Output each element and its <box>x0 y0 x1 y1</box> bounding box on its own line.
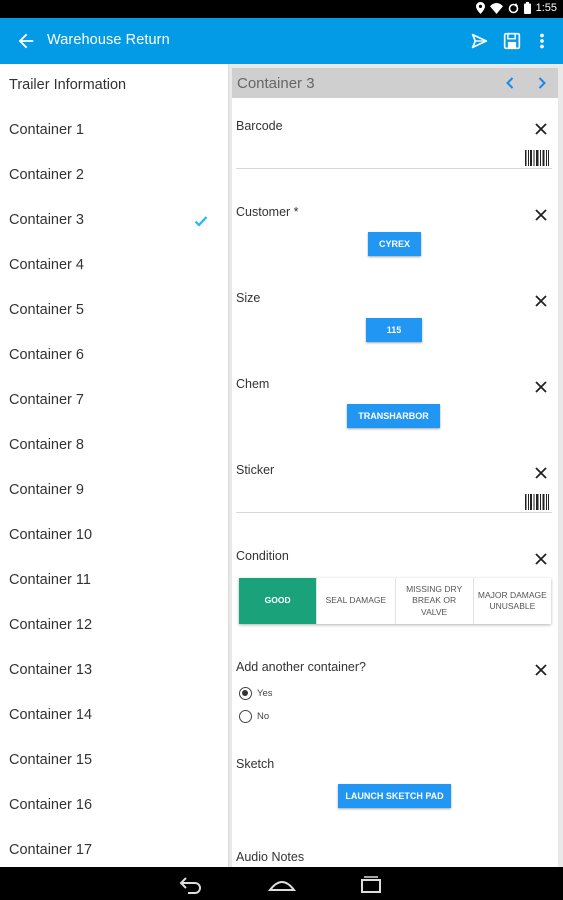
radio-yes-label: Yes <box>257 688 273 699</box>
add-another-label: Add another container? <box>236 660 366 674</box>
status-icons: 1:55 <box>475 2 557 14</box>
sidebar-item-label: Container 14 <box>9 707 93 723</box>
sidebar-item-label: Container 9 <box>9 482 84 498</box>
panel-title: Container 3 <box>237 75 315 92</box>
check-icon <box>194 216 208 227</box>
sidebar-item-label: Container 7 <box>9 392 84 408</box>
sync-icon <box>508 2 518 13</box>
clear-add-another-icon[interactable] <box>534 663 548 677</box>
chevron-right-icon[interactable] <box>534 75 550 91</box>
barcode-label: Barcode <box>236 119 283 133</box>
chevron-left-icon[interactable] <box>502 75 518 91</box>
status-time: 1:55 <box>535 2 557 14</box>
sidebar-item-container-9[interactable]: Container 9 <box>0 469 229 514</box>
sidebar-item-label: Container 5 <box>9 302 84 318</box>
barcode-field[interactable] <box>236 168 552 169</box>
size-value-button[interactable]: 115 <box>366 318 422 342</box>
sidebar-item-container-17[interactable]: Container 17 <box>0 829 229 867</box>
radio-no-label: No <box>257 711 270 722</box>
sidebar-item-label: Container 3 <box>9 212 84 228</box>
clear-customer-icon[interactable] <box>534 208 548 222</box>
sidebar: Trailer Information Container 1 Containe… <box>0 64 229 867</box>
sidebar-item-label: Container 2 <box>9 167 84 183</box>
back-icon[interactable] <box>178 874 204 894</box>
sidebar-item-trailer-information[interactable]: Trailer Information <box>0 64 229 109</box>
recents-icon[interactable] <box>359 874 383 894</box>
audio-notes-label: Audio Notes <box>236 850 305 864</box>
condition-option-major-damage[interactable]: MAJOR DAMAGE UNUSABLE <box>474 578 551 624</box>
sidebar-item-container-12[interactable]: Container 12 <box>0 604 229 649</box>
clear-chem-icon[interactable] <box>534 380 548 394</box>
battery-icon <box>523 2 531 14</box>
radio-no[interactable] <box>239 710 252 723</box>
sidebar-item-label: Container 11 <box>9 572 91 588</box>
back-arrow-icon[interactable] <box>15 30 37 52</box>
sidebar-item-label: Container 13 <box>9 662 93 678</box>
send-icon[interactable] <box>468 30 490 52</box>
chem-label: Chem <box>236 377 270 391</box>
app-bar: Warehouse Return <box>0 18 563 64</box>
condition-label: Condition <box>236 549 289 563</box>
sidebar-item-container-8[interactable]: Container 8 <box>0 424 229 469</box>
condition-segmented-control: GOOD SEAL DAMAGE MISSING DRY BREAK OR VA… <box>239 578 551 624</box>
location-icon <box>475 2 485 14</box>
sidebar-item-container-4[interactable]: Container 4 <box>0 244 229 289</box>
customer-label: Customer * <box>236 205 299 219</box>
sidebar-item-label: Container 6 <box>9 347 84 363</box>
save-icon[interactable] <box>501 30 523 52</box>
panel-header: Container 3 <box>232 68 558 98</box>
sidebar-item-label: Container 10 <box>9 527 93 543</box>
clear-condition-icon[interactable] <box>534 552 548 566</box>
condition-option-missing-dry-break[interactable]: MISSING DRY BREAK OR VALVE <box>396 578 474 624</box>
radio-yes[interactable] <box>239 687 252 700</box>
chem-value-button[interactable]: TRANSHARBOR <box>347 404 440 428</box>
sidebar-item-label: Container 16 <box>9 797 93 813</box>
sidebar-item-container-1[interactable]: Container 1 <box>0 109 229 154</box>
status-bar: 1:55 <box>0 0 563 18</box>
sidebar-item-container-15[interactable]: Container 15 <box>0 739 229 784</box>
barcode-scan-icon[interactable] <box>525 150 549 166</box>
sidebar-item-label: Container 8 <box>9 437 84 453</box>
clear-size-icon[interactable] <box>534 294 548 308</box>
sidebar-item-container-16[interactable]: Container 16 <box>0 784 229 829</box>
clear-barcode-icon[interactable] <box>534 122 548 136</box>
condition-option-seal-damage[interactable]: SEAL DAMAGE <box>317 578 396 624</box>
condition-option-good[interactable]: GOOD <box>239 578 318 624</box>
sidebar-item-label: Trailer Information <box>9 77 127 93</box>
sketch-label: Sketch <box>236 757 275 771</box>
launch-sketch-pad-button[interactable]: LAUNCH SKETCH PAD <box>338 784 451 808</box>
sidebar-item-container-5[interactable]: Container 5 <box>0 289 229 334</box>
sidebar-item-label: Container 17 <box>9 842 93 858</box>
sidebar-item-container-6[interactable]: Container 6 <box>0 334 229 379</box>
clear-sticker-icon[interactable] <box>534 466 548 480</box>
sidebar-item-label: Container 15 <box>9 752 93 768</box>
size-label: Size <box>236 291 261 305</box>
content-area: Trailer Information Container 1 Containe… <box>0 64 563 867</box>
system-nav-bar <box>0 867 563 900</box>
sticker-label: Sticker <box>236 463 275 477</box>
customer-value-button[interactable]: CYREX <box>368 232 421 256</box>
sidebar-item-label: Container 1 <box>9 122 84 138</box>
sidebar-item-container-2[interactable]: Container 2 <box>0 154 229 199</box>
home-icon[interactable] <box>268 874 296 894</box>
sticker-field[interactable] <box>236 512 552 513</box>
sidebar-item-container-13[interactable]: Container 13 <box>0 649 229 694</box>
sticker-scan-icon[interactable] <box>525 494 549 510</box>
sidebar-item-container-3[interactable]: Container 3 <box>0 199 229 244</box>
sidebar-item-container-7[interactable]: Container 7 <box>0 379 229 424</box>
sidebar-item-label: Container 4 <box>9 257 84 273</box>
app-title: Warehouse Return <box>47 32 170 48</box>
sidebar-item-label: Container 12 <box>9 617 93 633</box>
wifi-icon <box>489 2 503 14</box>
sidebar-item-container-11[interactable]: Container 11 <box>0 559 229 604</box>
more-vert-icon[interactable] <box>531 30 553 52</box>
sidebar-item-container-10[interactable]: Container 10 <box>0 514 229 559</box>
container-detail-panel: Container 3 Barcode Customer * CYREX Siz… <box>232 68 558 867</box>
sidebar-item-container-14[interactable]: Container 14 <box>0 694 229 739</box>
